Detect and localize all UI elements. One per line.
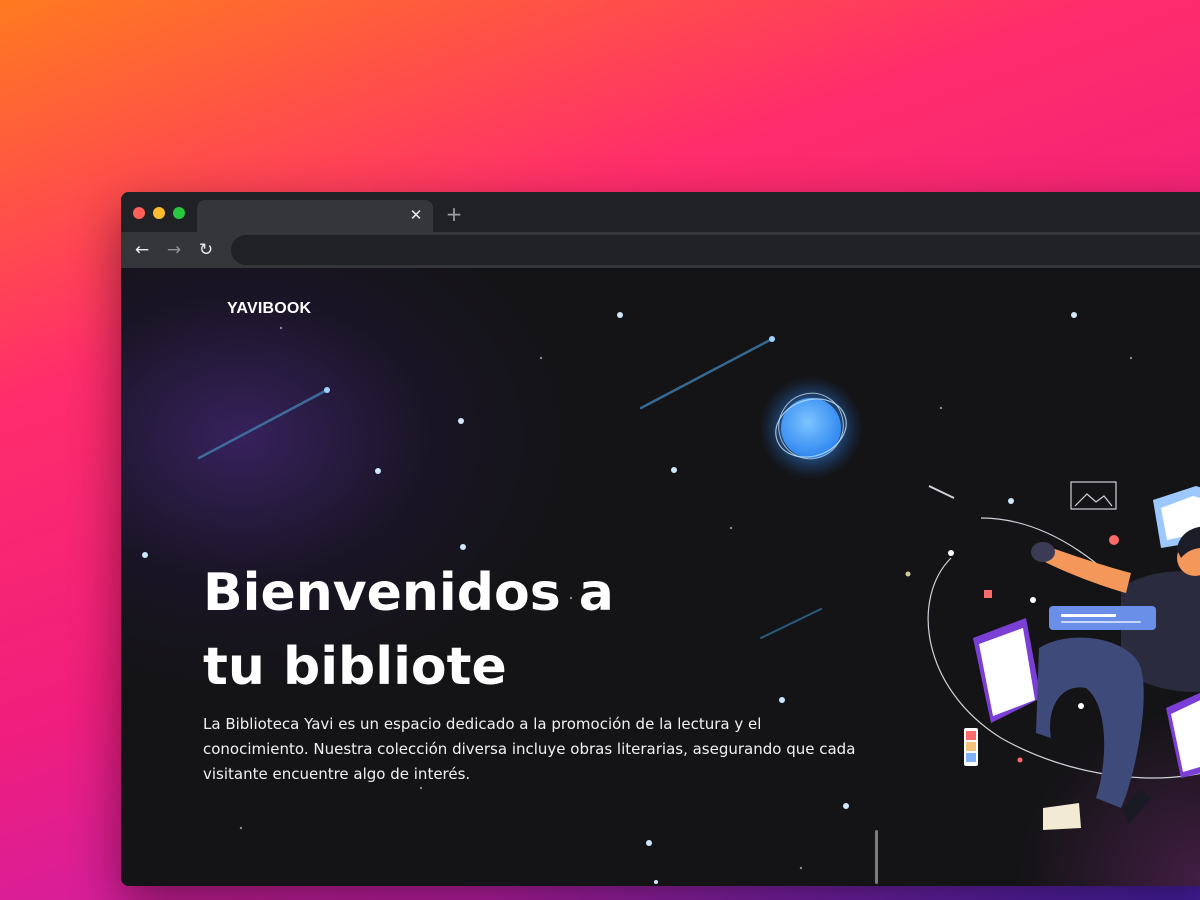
star [843,803,849,809]
image-icon [1070,481,1117,510]
back-arrow-icon[interactable]: ← [130,238,154,262]
shooting-star [639,337,774,410]
hero-title: Bienvenidos a tu bibliote [203,556,763,704]
browser-tab[interactable]: ✕ [197,200,433,232]
star [905,571,911,577]
star [419,786,423,790]
window-close-icon[interactable] [133,207,145,219]
star [458,418,464,424]
hero-description: La Biblioteca Yavi es un espacio dedicad… [203,715,856,783]
tab-bar: ✕ + [121,192,1200,232]
new-tab-icon[interactable]: + [443,203,465,225]
browser-toolbar: ← → ↻ [121,232,1200,268]
star [539,356,543,360]
star [1129,356,1133,360]
star [375,468,381,474]
star [939,406,943,410]
star [779,697,785,703]
hero-title-line-2: tu bibliote [203,637,507,697]
browser-window: ✕ + ← → ↻ YAVIBOOK Bienvenidos a tu bibl… [121,192,1200,886]
star [646,840,652,846]
page-viewport: YAVIBOOK Bienvenidos a tu bibliote La Bi… [121,268,1200,886]
window-minimize-icon[interactable] [153,207,165,219]
window-maximize-icon[interactable] [173,207,185,219]
forward-arrow-icon[interactable]: → [162,238,186,262]
star [1008,498,1014,504]
tab-close-icon[interactable]: ✕ [407,206,425,224]
star [654,880,658,884]
star [617,312,623,318]
reload-icon[interactable]: ↻ [194,238,218,262]
star [799,866,803,870]
hero-title-line-1: Bienvenidos a [203,563,614,623]
star [671,467,677,473]
star [729,526,733,530]
star [239,826,243,830]
shooting-star-head [324,387,330,393]
star [142,552,148,558]
reading-person-illustration [927,481,1200,830]
star [279,326,283,330]
shooting-star [760,608,822,639]
planet-icon [759,376,863,480]
star [460,544,466,550]
shooting-star-head [769,336,775,342]
star [1071,312,1077,318]
shooting-star [197,388,329,460]
scroll-indicator[interactable] [875,830,878,884]
site-logo[interactable]: YAVIBOOK [227,300,311,318]
address-bar[interactable] [231,235,1200,265]
